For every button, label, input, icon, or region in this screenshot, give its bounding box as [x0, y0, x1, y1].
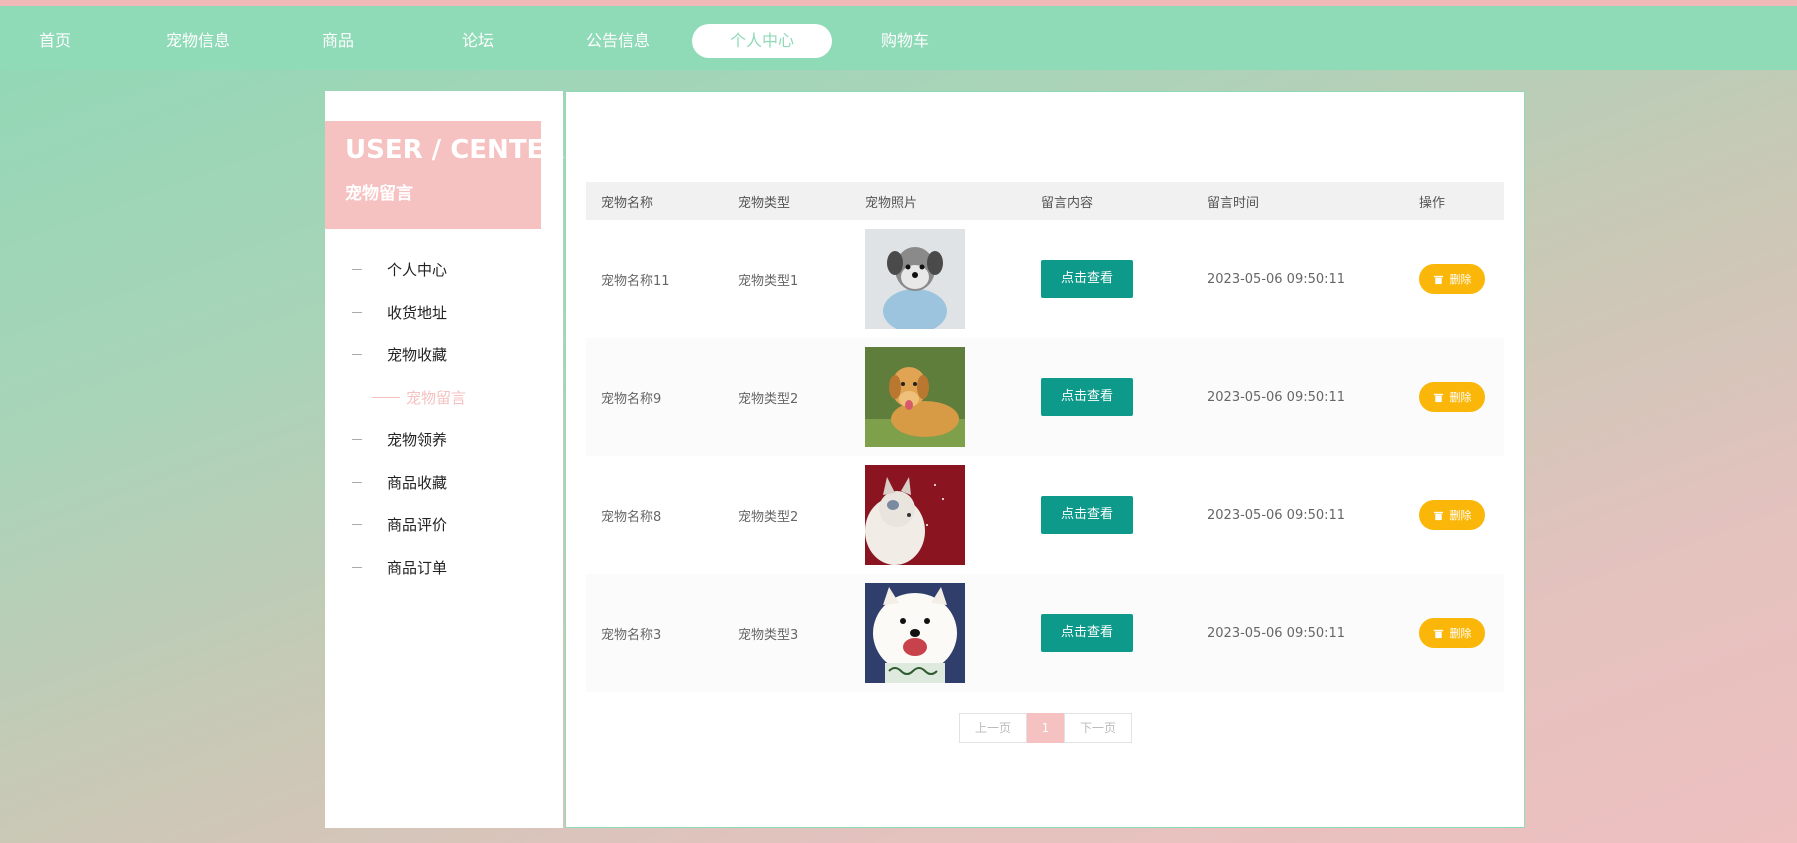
sidebar-item-label: 宠物领养	[387, 431, 448, 449]
dash-icon	[372, 397, 400, 398]
sidebar-item-label: 商品订单	[387, 559, 448, 577]
main-panel: 宠物名称 宠物类型 宠物照片 留言内容 留言时间 操作 宠物名称11 宠物类型1	[565, 91, 1525, 828]
next-page-button[interactable]: 下一页	[1064, 713, 1132, 743]
sidebar-item-label: 商品收藏	[387, 474, 448, 492]
dash-icon	[352, 269, 362, 270]
pagination: 上一页 1 下一页	[959, 713, 1132, 743]
pet-photo-cell	[850, 338, 1026, 456]
sidebar-item-product-favorites[interactable]: 商品收藏	[325, 471, 563, 495]
messages-table: 宠物名称 宠物类型 宠物照片 留言内容 留言时间 操作 宠物名称11 宠物类型1	[586, 182, 1504, 692]
top-navigation: 首页 宠物信息 商品 论坛 公告信息 个人中心 购物车	[0, 6, 1797, 70]
pet-name-cell: 宠物名称9	[586, 338, 723, 456]
table-header-row: 宠物名称 宠物类型 宠物照片 留言内容 留言时间 操作	[586, 182, 1504, 220]
pet-photo-cell	[850, 574, 1026, 692]
sidebar-item-label: 宠物收藏	[387, 346, 448, 364]
actions-cell: 删除	[1404, 220, 1504, 338]
table-row: 宠物名称3 宠物类型3 点击查看 2023-05-06 09:50:11 删除	[586, 574, 1504, 692]
column-header-pet-type: 宠物类型	[723, 182, 850, 220]
message-time-cell: 2023-05-06 09:50:11	[1207, 507, 1346, 523]
sidebar-item-label: 商品评价	[387, 516, 448, 534]
sidebar-item-product-orders[interactable]: 商品订单	[325, 556, 563, 580]
pet-photo[interactable]	[865, 583, 965, 683]
column-header-pet-name: 宠物名称	[586, 182, 723, 220]
current-page-button[interactable]: 1	[1027, 713, 1064, 743]
message-time-cell: 2023-05-06 09:50:11	[1192, 338, 1404, 456]
dash-icon	[352, 439, 362, 440]
sidebar-item-label: 个人中心	[387, 261, 448, 279]
delete-button[interactable]: 删除	[1419, 500, 1485, 530]
pet-type-cell: 宠物类型2	[738, 509, 799, 525]
pet-type-cell: 宠物类型2	[723, 338, 850, 456]
dash-icon	[352, 482, 362, 483]
message-time-cell: 2023-05-06 09:50:11	[1192, 574, 1404, 692]
sidebar-item-pet-adoption[interactable]: 宠物领养	[325, 428, 563, 452]
nav-item-products[interactable]: 商品	[313, 24, 363, 58]
column-header-message-content: 留言内容	[1026, 182, 1192, 220]
pet-type-cell: 宠物类型1	[738, 273, 799, 289]
nav-item-home[interactable]: 首页	[30, 24, 80, 58]
delete-button-label: 删除	[1449, 627, 1472, 640]
column-header-actions: 操作	[1404, 182, 1504, 220]
pet-photo[interactable]	[865, 347, 965, 447]
delete-button[interactable]: 删除	[1419, 382, 1485, 412]
table-row: 宠物名称11 宠物类型1 点击查看 2023-05-06 09:50:11 删除	[586, 220, 1504, 338]
pet-name-cell: 宠物名称8	[601, 509, 662, 525]
pet-name-cell: 宠物名称11	[601, 273, 670, 289]
sidebar-item-pet-messages[interactable]: 宠物留言	[325, 386, 563, 410]
dash-icon	[352, 567, 362, 568]
sidebar-title: USER / CENTER	[345, 135, 565, 165]
actions-cell: 删除	[1404, 574, 1504, 692]
trash-icon	[1433, 393, 1443, 402]
pet-photo[interactable]	[865, 229, 965, 329]
actions-cell: 删除	[1404, 456, 1504, 574]
sidebar: USER / CENTER 宠物留言 个人中心 收货地址 宠物收藏 宠物留言 宠…	[325, 91, 564, 828]
nav-item-pet-info[interactable]: 宠物信息	[158, 24, 238, 58]
delete-button-label: 删除	[1449, 391, 1472, 404]
view-message-button[interactable]: 点击查看	[1041, 378, 1133, 416]
pet-photo-cell	[850, 456, 1026, 574]
delete-button-label: 删除	[1449, 509, 1472, 522]
pet-photo[interactable]	[865, 465, 965, 565]
sidebar-item-product-reviews[interactable]: 商品评价	[325, 513, 563, 537]
nav-item-forum[interactable]: 论坛	[453, 24, 503, 58]
dash-icon	[352, 524, 362, 525]
dash-icon	[352, 354, 362, 355]
nav-item-cart[interactable]: 购物车	[870, 24, 940, 58]
message-content-cell: 点击查看	[1026, 220, 1192, 338]
view-message-button[interactable]: 点击查看	[1041, 496, 1133, 534]
trash-icon	[1433, 511, 1443, 520]
sidebar-item-label: 收货地址	[387, 304, 448, 322]
message-content-cell: 点击查看	[1026, 456, 1192, 574]
pet-name-cell: 宠物名称3	[586, 574, 723, 692]
nav-item-announcements[interactable]: 公告信息	[578, 24, 658, 58]
sidebar-item-label: 宠物留言	[406, 389, 467, 407]
actions-cell: 删除	[1404, 338, 1504, 456]
prev-page-button[interactable]: 上一页	[959, 713, 1027, 743]
sidebar-header: USER / CENTER 宠物留言	[325, 121, 564, 229]
message-content-cell: 点击查看	[1026, 574, 1192, 692]
delete-button[interactable]: 删除	[1419, 264, 1485, 294]
trash-icon	[1433, 629, 1443, 638]
message-content-cell: 点击查看	[1026, 338, 1192, 456]
table-row: 宠物名称9 宠物类型2 点击查看 2023-05-06 09:50:11 删除	[586, 338, 1504, 456]
column-header-message-time: 留言时间	[1192, 182, 1404, 220]
nav-item-user-center[interactable]: 个人中心	[692, 24, 832, 58]
delete-button-label: 删除	[1449, 273, 1472, 286]
sidebar-item-user-center[interactable]: 个人中心	[325, 258, 563, 282]
dash-icon	[352, 312, 362, 313]
view-message-button[interactable]: 点击查看	[1041, 614, 1133, 652]
sidebar-item-pet-favorites[interactable]: 宠物收藏	[325, 343, 563, 367]
trash-icon	[1433, 275, 1443, 284]
pet-type-cell: 宠物类型3	[723, 574, 850, 692]
table-row: 宠物名称8 宠物类型2 点击查看 2023-05-06 09:50:11 删除	[586, 456, 1504, 574]
sidebar-item-address[interactable]: 收货地址	[325, 301, 563, 325]
pet-photo-cell	[850, 220, 1026, 338]
view-message-button[interactable]: 点击查看	[1041, 260, 1133, 298]
message-time-cell: 2023-05-06 09:50:11	[1207, 271, 1346, 287]
delete-button[interactable]: 删除	[1419, 618, 1485, 648]
sidebar-subtitle: 宠物留言	[345, 184, 413, 204]
column-header-pet-photo: 宠物照片	[850, 182, 1026, 220]
